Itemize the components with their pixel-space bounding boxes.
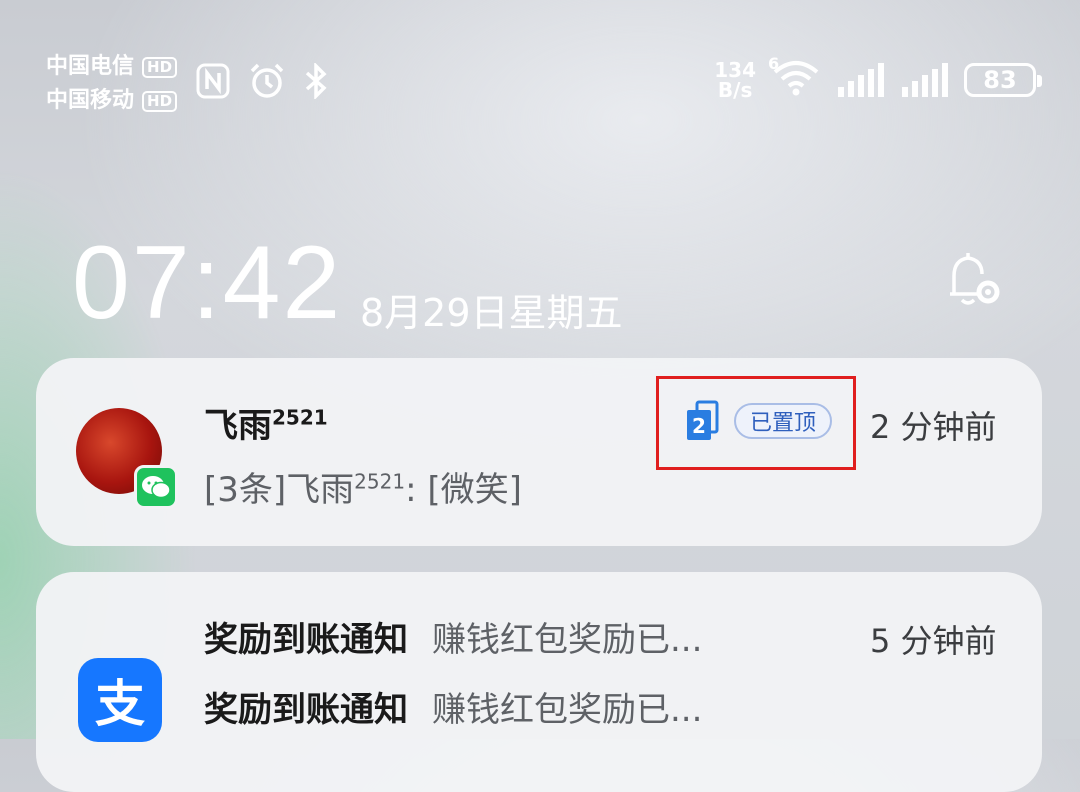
bell-settings-icon [950,253,1000,305]
status-icons-right: 134 B/s 6 83 [714,54,1042,100]
notification-time-2: 5 分钟前 [870,622,997,660]
wifi-gen-label: 6 [768,54,780,73]
wifi-icon [773,61,819,96]
carrier-list: 中国电信 HD 中国移动 HD [46,50,178,118]
bluetooth-icon [305,63,327,99]
status-icons-left [196,62,328,100]
list-item: 奖励到账通知 赚钱红包奖励已... [204,682,702,731]
carrier-row-1: 中国电信 HD [46,50,178,84]
network-speed: 134 B/s [714,60,756,100]
notification-card-wechat[interactable] [36,358,1042,546]
wifi-indicator: 6 [768,54,820,100]
wechat-icon [134,465,178,509]
highlight-box [656,376,856,470]
notification-sender: 飞雨2521 [204,398,328,447]
lock-date: 8月29日星期五 [360,291,623,335]
speed-value: 134 [714,58,756,82]
notification-title: 奖励到账通知 [204,620,408,660]
sender-suffix: 2521 [272,405,328,430]
sender-name: 飞雨 [204,406,272,446]
notification-preview: [3条]飞雨2521: [微笑] [204,462,522,511]
lock-clock: 07:42 [72,225,343,341]
notification-time: 2 分钟前 [870,408,997,446]
notification-settings-button[interactable] [940,250,1008,316]
carrier-1-label: 中国电信 [46,54,135,79]
nfc-icon [196,63,230,99]
list-item: 奖励到账通知 赚钱红包奖励已... [204,612,702,661]
carrier-2-label: 中国移动 [46,88,135,113]
preview-sup: 2521 [354,469,406,494]
preview-prefix: [3条]飞雨 [204,470,355,510]
notification-body: 赚钱红包奖励已... [432,620,703,660]
hd-badge-2: HD [142,90,178,112]
carrier-row-2: 中国移动 HD [46,84,178,118]
alarm-icon [250,63,284,98]
notification-title: 奖励到账通知 [204,690,408,730]
alipay-icon: 支 [78,658,162,742]
preview-suffix: : [微笑] [405,470,522,510]
signal-icon-2 [902,63,948,97]
hd-badge-1: HD [142,56,178,78]
speed-unit: B/s [717,78,753,102]
notification-body: 赚钱红包奖励已... [432,690,703,730]
signal-icon-1 [838,63,884,97]
battery-level: 83 [983,66,1017,94]
battery-icon: 83 [964,63,1042,97]
